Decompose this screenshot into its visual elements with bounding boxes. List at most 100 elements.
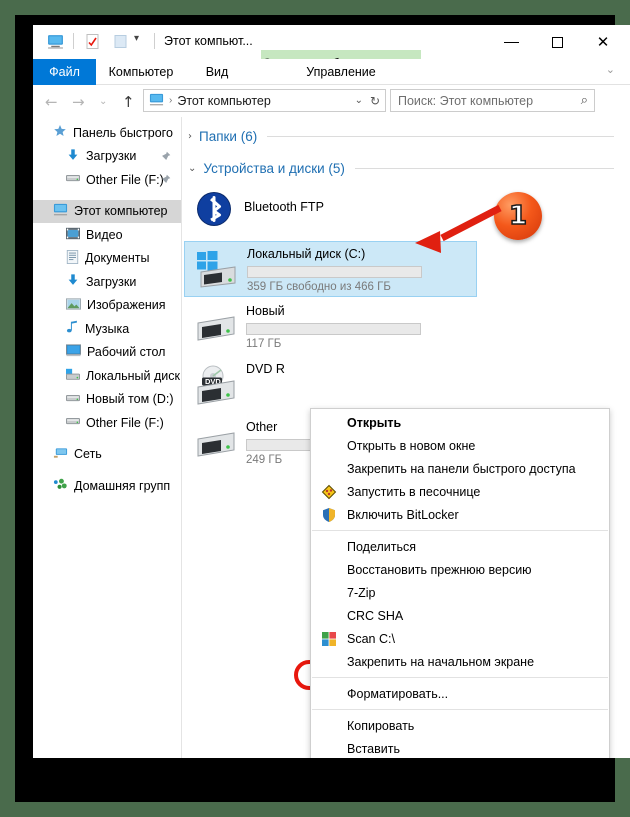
pin-icon[interactable]	[160, 151, 171, 165]
chevron-right-icon[interactable]: ›	[188, 131, 192, 142]
search-placeholder: Поиск: Этот компьютер	[398, 93, 534, 108]
videos-icon	[66, 227, 80, 243]
properties-icon[interactable]	[85, 33, 101, 53]
group-header-devices-and-drives[interactable]: ⌄ Устройства и диски (5)	[182, 155, 630, 181]
drive-name: Other	[246, 420, 278, 434]
group-header-folders[interactable]: › Папки (6)	[182, 123, 630, 149]
tab-computer[interactable]: Компьютер	[96, 59, 186, 85]
menu-item-crc-sha[interactable]: CRC SHA	[311, 604, 609, 627]
menu-item-7-zip[interactable]: 7-Zip	[311, 581, 609, 604]
up-button[interactable]: ↑	[122, 93, 135, 111]
sidebar-item-pictures[interactable]: Изображения	[33, 294, 181, 318]
menu-item-enable-bitlocker[interactable]: Включить BitLocker	[311, 503, 609, 526]
menu-item-run-in-sandbox[interactable]: Запустить в песочнице	[311, 480, 609, 503]
sidebar-item-label: Загрузки	[86, 274, 137, 289]
menu-item-restore-previous-versions[interactable]: Восстановить прежнюю версию	[311, 558, 609, 581]
address-bar: ← → ⌄ ↑ › Этот компьютер ⌄ ↻ Поиск: Этот…	[33, 85, 630, 117]
sidebar-item-quick-access[interactable]: Панель быстрого	[33, 121, 181, 145]
minimize-button[interactable]	[488, 25, 534, 59]
breadcrumb-path: Этот компьютер	[177, 93, 271, 108]
sidebar-item-documents[interactable]: Документы	[33, 247, 181, 271]
tab-view-label: Вид	[205, 65, 229, 79]
forward-button[interactable]: →	[72, 93, 85, 111]
sidebar-item-label: Сеть	[74, 447, 102, 462]
menu-item-share[interactable]: Поделиться	[311, 535, 609, 558]
menu-item-scan[interactable]: Scan C:\	[311, 627, 609, 650]
scan-icon	[321, 631, 337, 647]
back-button[interactable]: ←	[45, 93, 58, 111]
pin-icon[interactable]	[160, 174, 171, 188]
sidebar-item-music[interactable]: Музыка	[33, 317, 181, 341]
qat-divider-2	[154, 33, 155, 49]
menu-item-copy[interactable]: Копировать	[311, 714, 609, 737]
drive-icon	[194, 307, 240, 347]
annotation-badge-1: 1	[494, 192, 542, 240]
tab-file[interactable]: Файл	[33, 59, 96, 85]
sidebar-item-label: Документы	[85, 251, 150, 266]
menu-item-open[interactable]: Открыть	[311, 411, 609, 434]
tab-view[interactable]: Вид	[186, 59, 248, 85]
sidebar-item-downloads-pinned[interactable]: Загрузки	[33, 145, 181, 169]
tab-computer-label: Компьютер	[108, 65, 174, 79]
this-pc-icon[interactable]	[47, 33, 64, 53]
list-item-local-disk-c[interactable]: Локальный диск (C:) 359 ГБ свободно из 4…	[184, 241, 477, 297]
sidebar-item-new-volume-d[interactable]: Новый том (D:)	[33, 388, 181, 412]
chevron-down-icon[interactable]: ⌄	[355, 95, 363, 106]
window-controls: ✕	[488, 25, 626, 59]
chevron-down-icon[interactable]: ▾	[134, 33, 139, 44]
sidebar-item-other-file-f-pinned[interactable]: Other File (F:)	[33, 168, 181, 192]
menu-item-paste[interactable]: Вставить	[311, 737, 609, 758]
pictures-icon	[66, 298, 81, 313]
list-item-dvd-drive[interactable]: DVD DVD R	[184, 357, 477, 413]
menu-item-format[interactable]: Форматировать...	[311, 682, 609, 705]
sidebar-item-videos[interactable]: Видео	[33, 223, 181, 247]
menu-item-open-in-new-window[interactable]: Открыть в новом окне	[311, 434, 609, 457]
menu-item-label: 7-Zip	[347, 585, 376, 600]
menu-item-pin-to-quick-access[interactable]: Закрепить на панели быстрого доступа	[311, 457, 609, 480]
network-icon	[53, 446, 68, 463]
group-rule	[354, 167, 614, 169]
new-folder-icon[interactable]	[113, 33, 129, 53]
menu-separator	[312, 677, 608, 678]
tab-manage-label: Управление	[306, 65, 376, 79]
sidebar-item-this-pc[interactable]: Этот компьютер	[33, 199, 181, 223]
title-bar: ▾ Этот компьют... ✕ Средства работы с ди…	[33, 25, 630, 76]
list-item-new-volume[interactable]: Новый 117 ГБ	[184, 299, 477, 355]
sidebar-item-desktop[interactable]: Рабочий стол	[33, 341, 181, 365]
menu-item-label: Вставить	[347, 741, 400, 756]
this-pc-icon	[149, 92, 164, 110]
system-drive-icon	[66, 368, 80, 384]
menu-separator	[312, 709, 608, 710]
address-input[interactable]: › Этот компьютер ⌄ ↻	[143, 89, 386, 112]
qat-divider-1	[73, 33, 74, 49]
sidebar-item-network[interactable]: Сеть	[33, 443, 181, 467]
sidebar-item-local-disk[interactable]: Локальный диск	[33, 364, 181, 388]
context-menu[interactable]: Открыть Открыть в новом окне Закрепить н…	[310, 408, 610, 758]
drive-icon	[66, 172, 80, 187]
chevron-down-icon[interactable]: ⌄	[188, 163, 196, 174]
list-item-bluetooth-ftp[interactable]: Bluetooth FTP	[182, 187, 630, 235]
this-pc-icon	[53, 202, 68, 220]
sidebar-item-homegroup[interactable]: Домашняя групп	[33, 474, 181, 498]
search-icon: ⌕	[580, 93, 588, 108]
navigation-pane[interactable]: Панель быстрого Загрузки Other File (F:)…	[33, 117, 181, 758]
close-button[interactable]: ✕	[580, 25, 626, 59]
menu-item-label: Поделиться	[347, 539, 417, 554]
breadcrumb-separator: ›	[169, 95, 173, 106]
group-header-label: Папки (6)	[199, 128, 258, 144]
group-rule	[267, 135, 614, 137]
maximize-button[interactable]	[534, 25, 580, 59]
sidebar-item-label: Рабочий стол	[87, 345, 166, 360]
menu-item-pin-to-start[interactable]: Закрепить на начальном экране	[311, 650, 609, 673]
drive-icon	[66, 415, 80, 430]
window-title: Этот компьют...	[164, 34, 253, 48]
chevron-down-icon[interactable]: ⌄	[606, 63, 615, 76]
search-input[interactable]: Поиск: Этот компьютер ⌕	[390, 89, 595, 112]
sidebar-item-downloads[interactable]: Загрузки	[33, 270, 181, 294]
refresh-icon[interactable]: ↻	[370, 94, 380, 108]
sidebar-item-label: Other File (F:)	[86, 172, 164, 187]
shield-icon	[321, 507, 337, 523]
sidebar-item-other-file-f[interactable]: Other File (F:)	[33, 411, 181, 435]
tab-manage[interactable]: Управление	[261, 59, 421, 85]
recent-locations-button[interactable]: ⌄	[99, 96, 107, 107]
